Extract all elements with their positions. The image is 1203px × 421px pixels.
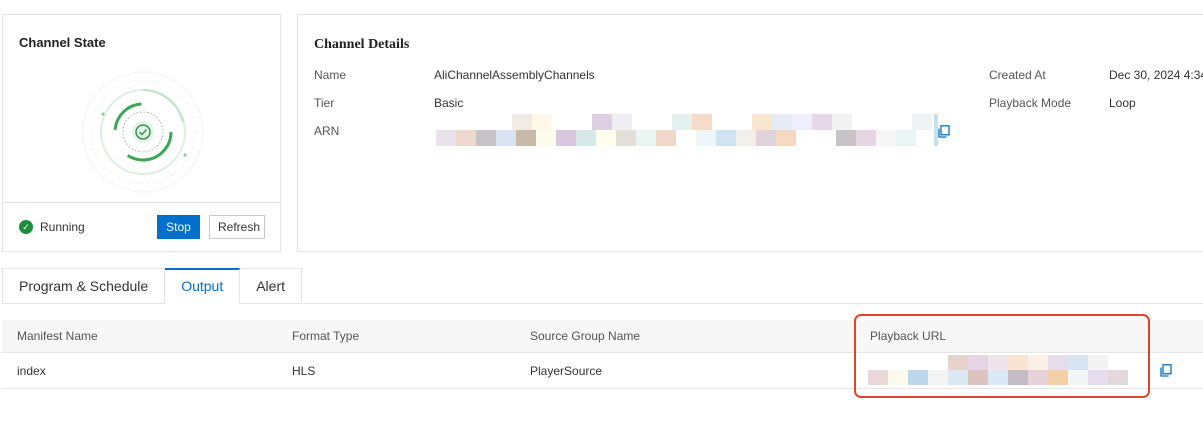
playback-url-redacted [868, 355, 1128, 385]
column-format-type: Format Type [292, 329, 360, 343]
copy-arn-icon[interactable] [938, 125, 950, 138]
column-source-group-name: Source Group Name [530, 329, 641, 343]
table-header: Manifest Name Format Type Source Group N… [2, 320, 1203, 353]
channel-status-ring-icon [82, 71, 204, 193]
name-value: AliChannelAssemblyChannels [434, 68, 595, 82]
tabs-baseline [303, 303, 1203, 304]
channel-state-title: Channel State [19, 35, 106, 50]
name-label: Name [314, 68, 347, 82]
column-playback-url: Playback URL [870, 329, 947, 343]
channel-tabs: Program & Schedule Output Alert [2, 268, 303, 304]
tier-label: Tier [314, 96, 335, 110]
channel-details-card: Channel Details Name AliChannelAssemblyC… [297, 14, 1203, 252]
tier-value: Basic [434, 96, 464, 110]
running-status: ✓ Running [19, 220, 85, 234]
channel-details-title: Channel Details [314, 37, 410, 52]
arn-label: ARN [314, 124, 340, 138]
tab-program-schedule[interactable]: Program & Schedule [2, 268, 166, 304]
tab-output[interactable]: Output [165, 268, 241, 304]
channel-state-card: Channel State ✓ Running Stop Refresh [2, 14, 281, 252]
arn-value-redacted [436, 114, 938, 146]
copy-playback-url-icon[interactable] [1160, 364, 1172, 377]
created-at-value: Dec 30, 2024 4:34 [1109, 68, 1203, 82]
created-at-label: Created At [989, 68, 1046, 82]
check-circle-icon: ✓ [19, 220, 33, 234]
playback-mode-label: Playback Mode [989, 96, 1072, 110]
refresh-button[interactable]: Refresh [209, 215, 265, 239]
state-card-divider [3, 202, 280, 203]
stop-button[interactable]: Stop [157, 215, 200, 239]
running-status-text: Running [40, 220, 85, 234]
source-group-cell: PlayerSource [530, 363, 603, 378]
tab-alert[interactable]: Alert [240, 268, 303, 304]
column-manifest-name: Manifest Name [17, 329, 98, 343]
manifest-name-cell: index [17, 363, 46, 378]
output-table: Manifest Name Format Type Source Group N… [2, 320, 1203, 389]
playback-mode-value: Loop [1109, 96, 1136, 110]
format-type-cell: HLS [292, 363, 316, 378]
table-row: index HLS PlayerSource [2, 353, 1203, 389]
